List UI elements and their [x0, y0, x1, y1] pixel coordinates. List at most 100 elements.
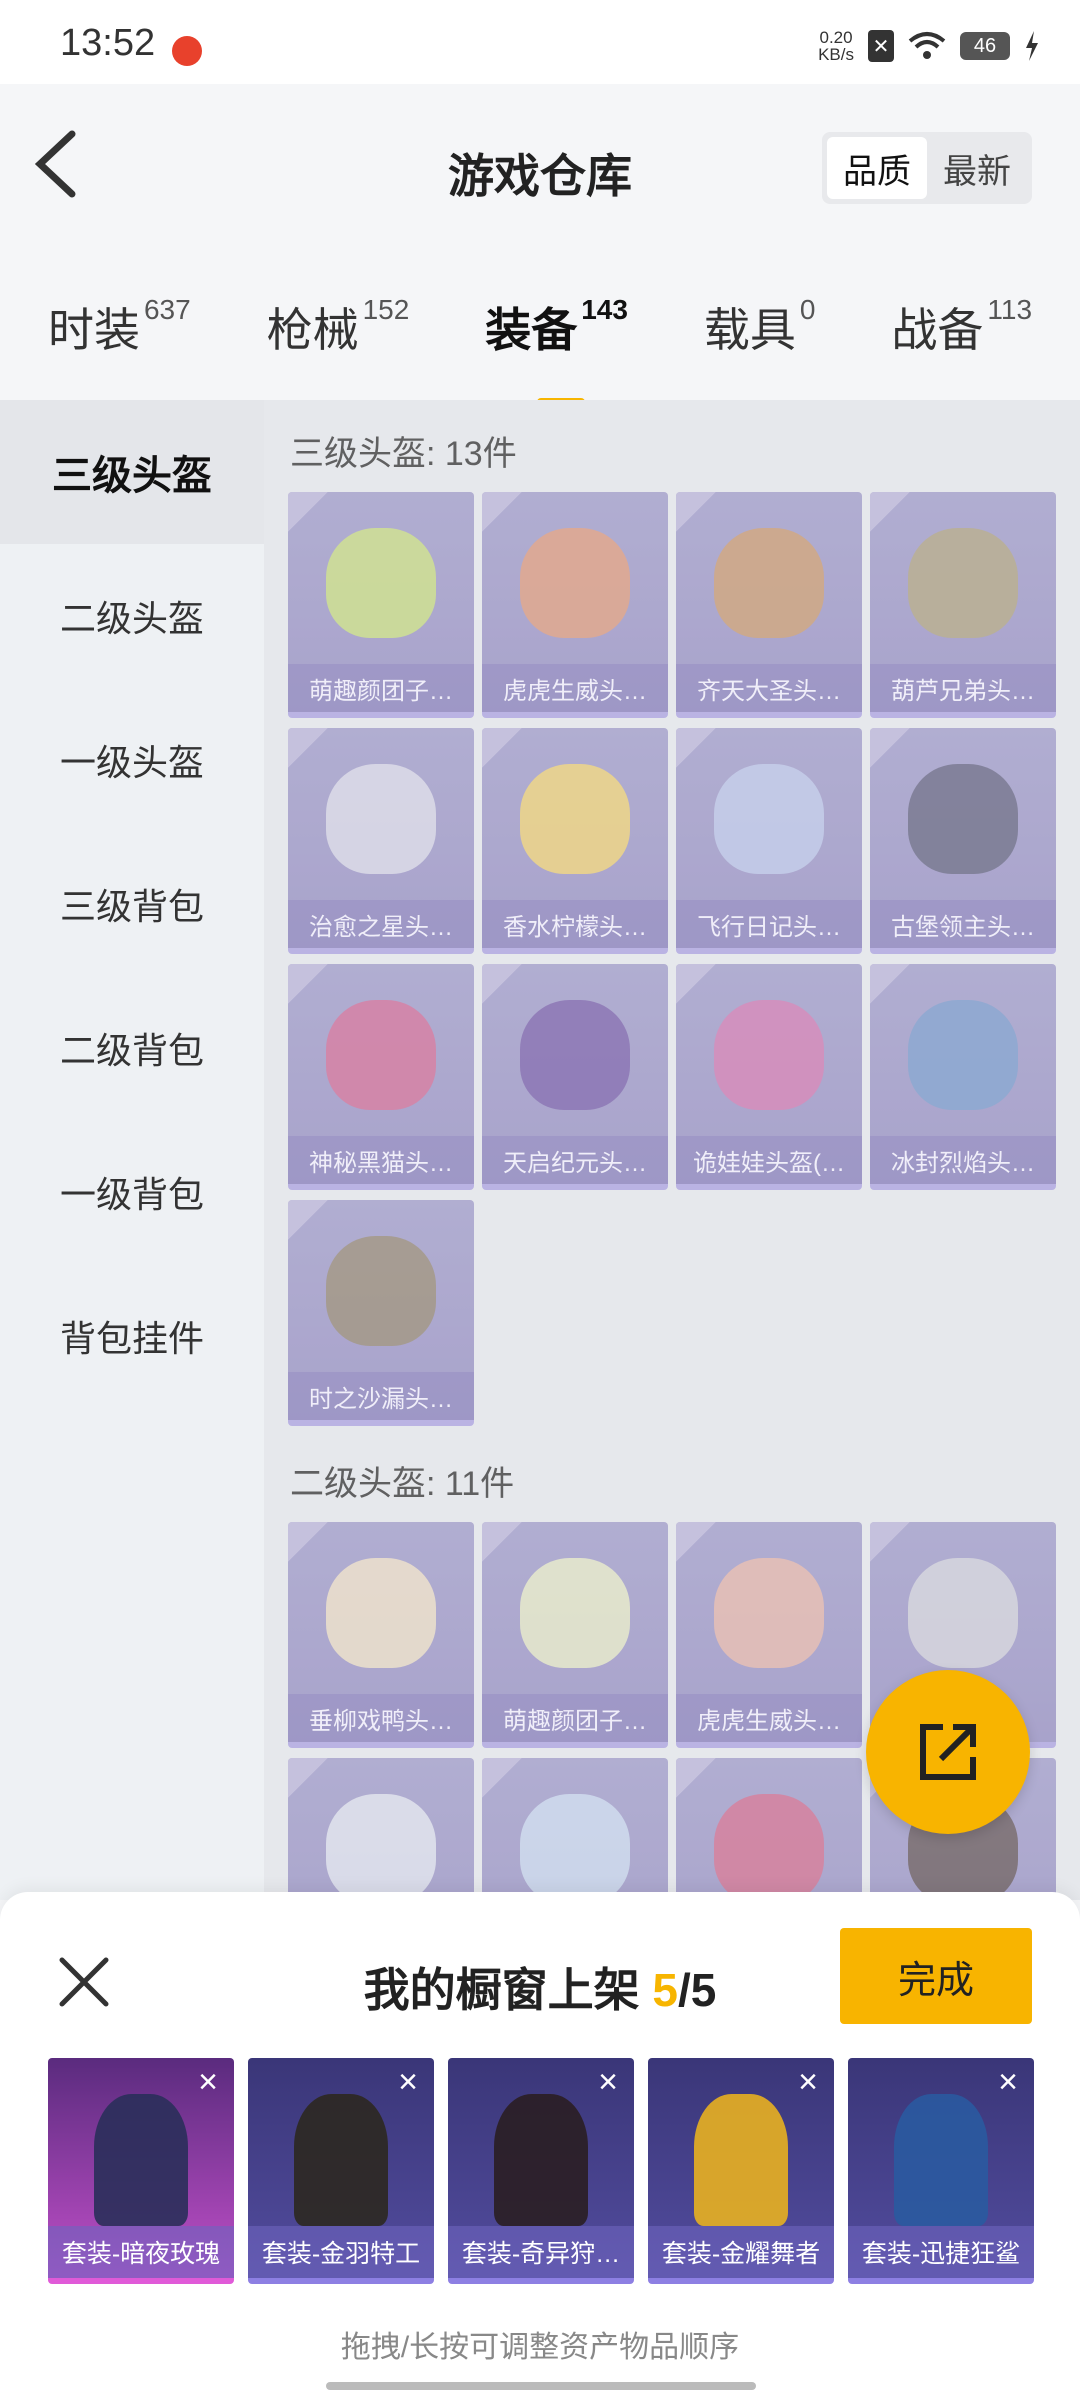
item-card[interactable]: 诡娃娃头盔(… [676, 964, 862, 1190]
helmet-image [714, 528, 824, 638]
side-item-backpack-charm[interactable]: 背包挂件 [0, 1264, 264, 1408]
sort-by-quality[interactable]: 品质 [827, 137, 927, 199]
item-card[interactable]: 虎虎生威头… [482, 492, 668, 718]
item-card[interactable]: 治愈之星头… [288, 728, 474, 954]
no-sim-icon: ✕ [868, 30, 894, 62]
showcase-item-label: 套装-暗夜玫瑰 [48, 2226, 234, 2278]
check-corner-icon [870, 492, 910, 532]
item-card[interactable]: 萌趣颜团子… [482, 1522, 668, 1748]
share-icon [920, 1724, 976, 1780]
helmet-image [326, 764, 436, 874]
tab-label: 载具 [703, 304, 796, 356]
item-card[interactable]: 萌趣颜团子… [288, 492, 474, 718]
item-card[interactable] [676, 1758, 862, 1900]
item-card[interactable] [482, 1758, 668, 1900]
remove-icon[interactable]: × [386, 2060, 430, 2104]
remove-icon[interactable]: × [986, 2060, 1030, 2104]
item-card-label: 葫芦兄弟头… [870, 664, 1056, 712]
item-card[interactable]: 葫芦兄弟头… [870, 492, 1056, 718]
battery-icon: 46 [960, 32, 1010, 60]
item-card-label: 古堡领主头… [870, 900, 1056, 948]
outfit-figure [294, 2094, 388, 2226]
tab-count: 637 [143, 294, 191, 325]
share-button[interactable] [866, 1670, 1030, 1834]
item-card[interactable] [288, 1758, 474, 1900]
helmet-image [908, 1000, 1018, 1110]
tab-count: 152 [362, 294, 410, 325]
tab-gear[interactable]: 战备 113 [891, 294, 1032, 360]
tab-vehicles[interactable]: 载具 0 [704, 294, 816, 360]
item-card[interactable]: 天启纪元头… [482, 964, 668, 1190]
item-card-label: 天启纪元头… [482, 1136, 668, 1184]
check-corner-icon [676, 728, 716, 768]
tab-count: 143 [581, 294, 628, 325]
side-item-level1-helmet[interactable]: 一级头盔 [0, 688, 264, 832]
check-corner-icon [676, 964, 716, 1004]
showcase-count-current: 5 [652, 1964, 678, 2016]
side-item-level3-helmet[interactable]: 三级头盔 [0, 400, 264, 544]
helmet-image [326, 528, 436, 638]
item-card[interactable]: 时之沙漏头… [288, 1200, 474, 1426]
helmet-image [714, 1794, 824, 1900]
showcase-item-label: 套装-金羽特工 [248, 2226, 434, 2278]
helmet-image [326, 1236, 436, 1346]
check-corner-icon [870, 728, 910, 768]
tab-fashion[interactable]: 时装 637 [48, 294, 191, 360]
tab-equipment[interactable]: 装备 143 [485, 294, 628, 406]
showcase-item[interactable]: × 套装-金羽特工 [248, 2058, 434, 2284]
check-corner-icon [676, 1758, 716, 1798]
item-card[interactable]: 虎虎生威头… [676, 1522, 862, 1748]
status-icons: 0.20 KB/s ✕ 46 [818, 26, 1040, 66]
remove-icon[interactable]: × [786, 2060, 830, 2104]
showcase-list: × 套装-暗夜玫瑰 × 套装-金羽特工 × 套装-奇异狩… × 套装-金耀舞者 … [48, 2058, 1034, 2284]
outfit-figure [894, 2094, 988, 2226]
check-corner-icon [870, 1522, 910, 1562]
side-item-level2-helmet[interactable]: 二级头盔 [0, 544, 264, 688]
side-item-level3-backpack[interactable]: 三级背包 [0, 832, 264, 976]
item-card[interactable]: 神秘黑猫头… [288, 964, 474, 1190]
showcase-item[interactable]: × 套装-奇异狩… [448, 2058, 634, 2284]
done-button[interactable]: 完成 [840, 1928, 1032, 2024]
item-card-label: 飞行日记头… [676, 900, 862, 948]
section-title: 三级头盔: 13件 [290, 435, 517, 473]
check-corner-icon [482, 1758, 522, 1798]
item-card[interactable]: 垂柳戏鸭头… [288, 1522, 474, 1748]
side-item-level2-backpack[interactable]: 二级背包 [0, 976, 264, 1120]
item-card[interactable]: 冰封烈焰头… [870, 964, 1056, 1190]
item-card-label: 萌趣颜团子… [482, 1694, 668, 1742]
check-corner-icon [870, 964, 910, 1004]
item-card-label: 时之沙漏头… [288, 1372, 474, 1420]
side-item-level1-backpack[interactable]: 一级背包 [0, 1120, 264, 1264]
tab-label: 时装 [47, 304, 140, 356]
item-card-label: 冰封烈焰头… [870, 1136, 1056, 1184]
check-corner-icon [676, 1522, 716, 1562]
helmet-image [714, 1558, 824, 1668]
helmet-image [326, 1794, 436, 1900]
category-tabs: 时装 637 枪械 152 装备 143 载具 0 战备 113 [0, 254, 1080, 406]
item-card-label: 虎虎生威头… [482, 664, 668, 712]
showcase-item[interactable]: × 套装-迅捷狂鲨 [848, 2058, 1034, 2284]
item-card[interactable]: 香水柠檬头… [482, 728, 668, 954]
check-corner-icon [676, 492, 716, 532]
check-corner-icon [288, 964, 328, 1004]
app-notification-icon [172, 36, 202, 66]
tab-label: 战备 [891, 304, 984, 356]
showcase-item-label: 套装-金耀舞者 [648, 2226, 834, 2278]
remove-icon[interactable]: × [186, 2060, 230, 2104]
item-card[interactable]: 古堡领主头… [870, 728, 1056, 954]
tab-weapons[interactable]: 枪械 152 [267, 294, 410, 360]
item-grid: 萌趣颜团子… 虎虎生威头… 齐天大圣头… 葫芦兄弟头… 治愈之星头… 香水柠檬头… 飞行日记… [288, 492, 1056, 1426]
item-card[interactable]: 齐天大圣头… [676, 492, 862, 718]
showcase-item[interactable]: × 套装-金耀舞者 [648, 2058, 834, 2284]
item-card-label: 香水柠檬头… [482, 900, 668, 948]
item-card-label: 神秘黑猫头… [288, 1136, 474, 1184]
item-card[interactable]: 飞行日记头… [676, 728, 862, 954]
status-bar: 13:52 0.20 KB/s ✕ 46 [0, 0, 1080, 84]
sort-by-newest[interactable]: 最新 [927, 137, 1027, 199]
item-card-label: 诡娃娃头盔(… [676, 1136, 862, 1184]
helmet-image [714, 764, 824, 874]
tab-count: 0 [799, 294, 816, 325]
showcase-item[interactable]: × 套装-暗夜玫瑰 [48, 2058, 234, 2284]
section-title: 二级头盔: 11件 [290, 1465, 515, 1503]
remove-icon[interactable]: × [586, 2060, 630, 2104]
